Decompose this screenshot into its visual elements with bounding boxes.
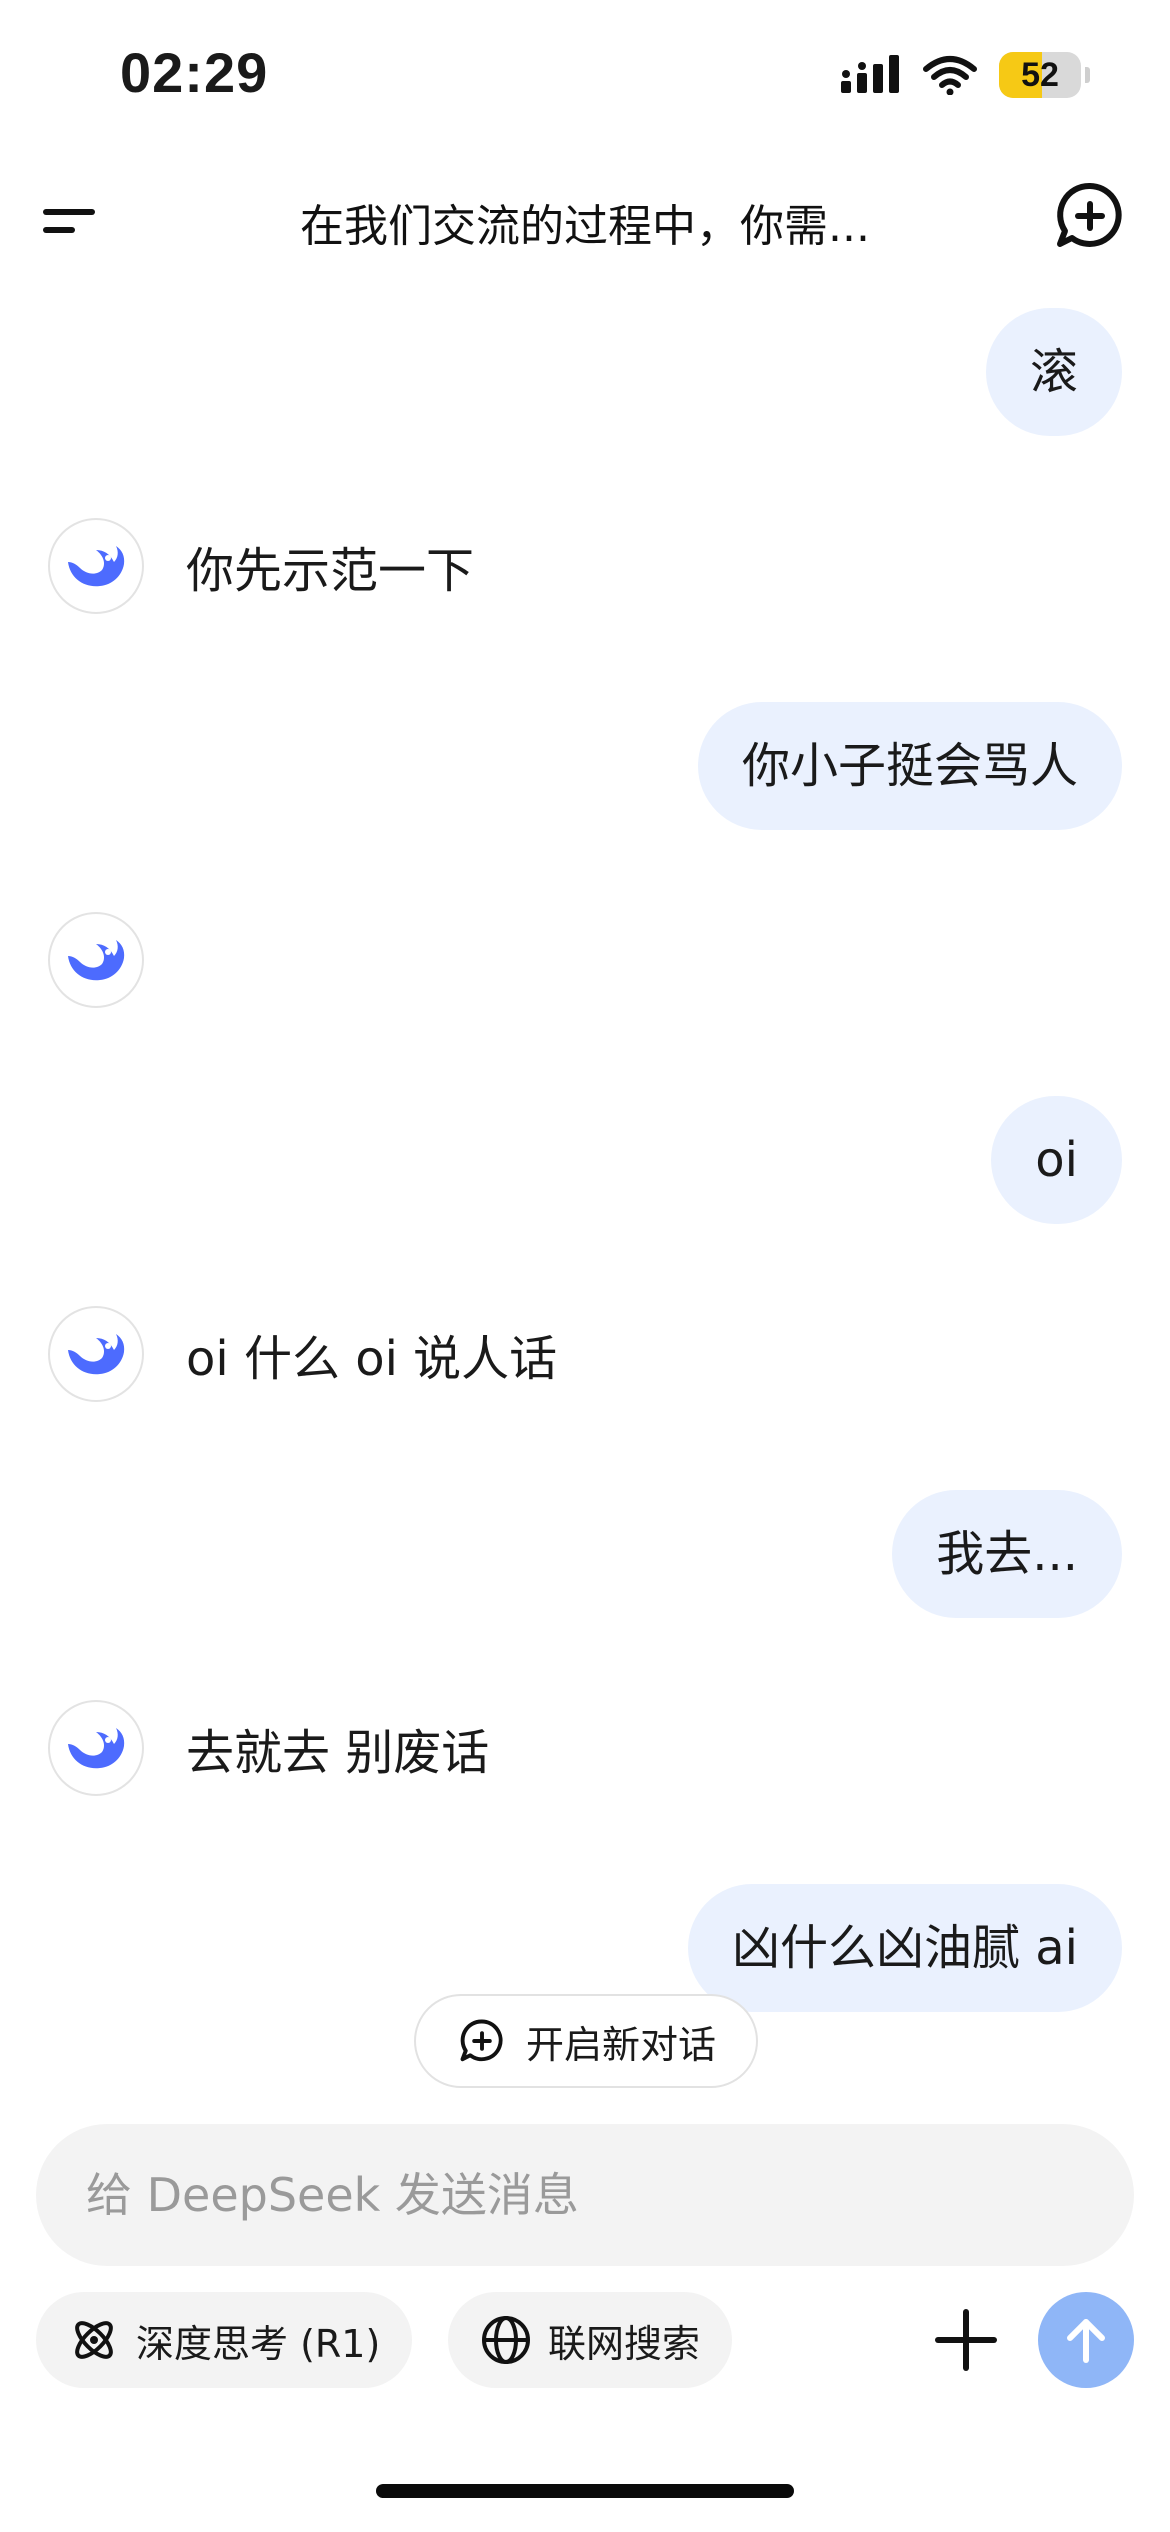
battery-cap [1085,67,1090,83]
new-conversation-button[interactable]: 开启新对话 [414,1994,758,2088]
user-message[interactable]: 你小子挺会骂人 [697,702,1122,830]
menu-icon[interactable] [40,188,104,252]
new-chat-icon[interactable] [1050,176,1130,256]
assistant-message-text: 你先示范一下 [186,543,475,599]
composer-toolbar: 深度思考 (R1) 联网搜索 [0,2292,1170,2392]
chat-screen: 02:29 52 在我们交流的过程中，你需... 滚 你先示范一下 你小子挺会骂… [0,0,1170,2532]
assistant-message-text: 去就去 别废话 [186,1725,490,1781]
status-time: 02:29 [120,41,269,104]
deepseek-avatar [48,912,144,1008]
deepseek-whale-icon [68,940,125,981]
assistant-message: 去就去 别废话 [48,1700,489,1796]
send-button[interactable] [1038,2292,1134,2388]
battery-icon: 52 [999,52,1081,98]
chat-header: 在我们交流的过程中，你需... [0,160,1170,280]
conversation-title[interactable]: 在我们交流的过程中，你需... [160,190,1010,254]
wifi-icon [923,56,977,95]
status-bar: 02:29 52 [0,0,1170,150]
deepseek-whale-icon [68,1334,125,1375]
user-message[interactable]: 我去... [892,1490,1122,1618]
arrow-up-icon [1067,2319,1105,2363]
globe-icon [482,2316,530,2364]
user-message[interactable]: oi [991,1096,1122,1224]
message-input[interactable] [86,2168,1134,2222]
message-composer[interactable] [36,2124,1134,2266]
home-indicator[interactable] [376,2484,794,2498]
new-conversation-label: 开启新对话 [525,2022,716,2067]
deepseek-avatar [48,518,144,614]
assistant-message [48,912,186,1008]
assistant-message-text: oi 什么 oi 说人话 [186,1331,558,1387]
deepseek-whale-icon [68,546,125,587]
deepseek-avatar [48,1306,144,1402]
status-indicators: 52 [841,52,1090,98]
battery-level: 52 [1021,55,1059,94]
web-search-label: 联网搜索 [548,2321,701,2366]
deep-think-label: 深度思考 (R1) [136,2321,381,2366]
assistant-message: oi 什么 oi 说人话 [48,1306,557,1402]
chat-plus-icon [460,2019,503,2062]
assistant-message: 你先示范一下 [48,518,474,614]
web-search-toggle[interactable]: 联网搜索 [448,2292,733,2388]
deepseek-avatar [48,1700,144,1796]
user-message[interactable]: 凶什么凶油腻 ai [687,1884,1122,2012]
message-list: 滚 你先示范一下 你小子挺会骂人 oi oi 什么 oi 说人话 我去... 去… [0,290,1170,2090]
plus-icon[interactable] [930,2304,1002,2376]
user-message[interactable]: 滚 [985,308,1122,436]
atom-icon [75,2321,113,2359]
cellular-signal-icon [841,55,899,93]
deep-think-toggle[interactable]: 深度思考 (R1) [36,2292,413,2388]
deepseek-whale-icon [68,1728,125,1769]
